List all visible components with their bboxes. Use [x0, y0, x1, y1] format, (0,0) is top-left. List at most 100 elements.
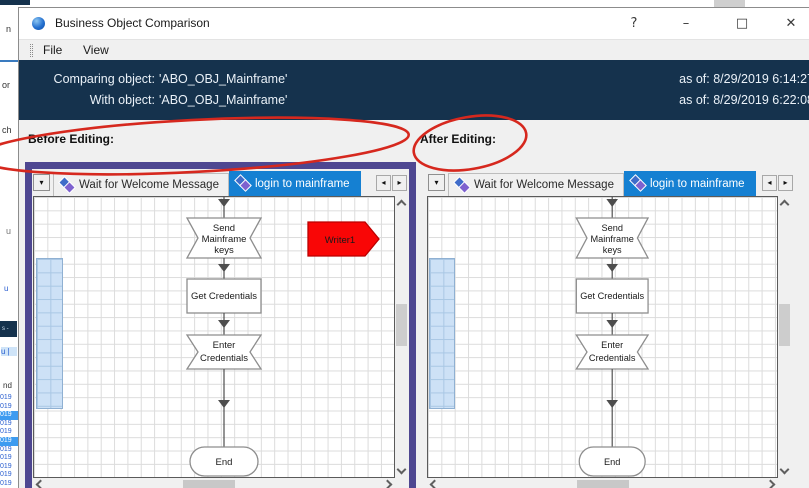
scroll-up-icon[interactable] — [779, 199, 790, 210]
help-button[interactable]: ? — [619, 8, 649, 39]
tab-scroll-right-button[interactable]: ▸ — [778, 174, 793, 191]
toolbar-grip-icon — [30, 44, 33, 57]
with-object-name: 'ABO_OBJ_Mainframe' — [159, 93, 288, 107]
horizontal-scrollbar[interactable] — [427, 478, 778, 488]
scroll-down-icon[interactable] — [396, 464, 407, 475]
scroll-right-icon[interactable] — [765, 479, 776, 488]
background-text-fragment: nd — [3, 381, 12, 390]
page-dropdown-button[interactable]: ▾ — [33, 174, 50, 191]
svg-text:Get Credentials: Get Credentials — [580, 291, 644, 301]
tab-scroll-left-button[interactable]: ◂ — [376, 174, 391, 191]
dropdown-icon: ▾ — [39, 177, 44, 187]
link-arrow-icon — [606, 264, 619, 272]
right-arrow-icon: ▸ — [783, 177, 788, 187]
tab-label: login to mainframe — [254, 177, 350, 190]
scroll-down-icon[interactable] — [779, 464, 790, 475]
background-row-list: 019 019 019 019 019 019 019 019 019 019 019 — [0, 394, 18, 488]
app-icon — [32, 17, 45, 30]
svg-text:Credentials: Credentials — [200, 353, 248, 364]
dropdown-icon: ▾ — [434, 177, 439, 187]
tab-bar: ▾ Wait for Welcome Message login to main… — [32, 169, 409, 196]
tab-login-to-mainframe[interactable]: login to mainframe — [623, 171, 756, 196]
link-arrow-icon — [218, 264, 230, 272]
link-arrow-icon — [218, 400, 230, 408]
scroll-up-icon[interactable] — [396, 199, 407, 210]
background-row: 019 — [0, 394, 12, 401]
maximize-button[interactable]: □ — [727, 8, 757, 39]
menu-view[interactable]: View — [77, 40, 115, 61]
background-text-fragment: u — [6, 226, 12, 236]
tab-scroll-buttons: ◂ ▸ — [762, 174, 793, 191]
page-icon — [237, 177, 250, 190]
svg-text:End: End — [216, 457, 233, 468]
horizontal-scrollbar[interactable] — [33, 478, 395, 488]
background-row: 019 — [0, 419, 12, 427]
page-icon — [632, 177, 645, 190]
comparing-label: Comparing object: — [53, 72, 155, 86]
background-row: 019 — [0, 479, 12, 487]
screenshot-root: n or ch u u s - u | nd 019 019 019 019 019 01… — [0, 0, 809, 488]
background-text-fragment: or — [2, 80, 11, 90]
background-row: 019 — [0, 428, 12, 436]
flowchart-before: Send Mainframe keys Writer1 Get Credenti… — [185, 197, 380, 477]
comparing-row: Comparing object: 'ABO_OBJ_Mainframe' as… — [19, 69, 809, 90]
flowchart-canvas-after[interactable]: Send Mainframe keys Get Credentials Ente… — [427, 196, 778, 478]
scrollbar-thumb[interactable] — [577, 480, 629, 488]
svg-text:Mainframe: Mainframe — [202, 234, 247, 245]
background-divider — [0, 60, 18, 62]
svg-text:End: End — [604, 457, 620, 467]
scroll-left-icon[interactable] — [35, 479, 46, 488]
background-text-fragment: n — [6, 24, 12, 34]
left-arrow-icon: ◂ — [381, 177, 386, 187]
vertical-scrollbar[interactable] — [395, 196, 408, 478]
minimize-button[interactable]: – — [671, 8, 701, 39]
menu-bar: File View — [19, 39, 809, 60]
svg-text:Enter: Enter — [213, 340, 236, 351]
scrollbar-thumb[interactable] — [779, 304, 790, 346]
tab-scroll-left-button[interactable]: ◂ — [762, 174, 777, 191]
svg-text:Send: Send — [213, 223, 235, 234]
link-arrow-icon — [218, 320, 230, 328]
background-row: 019 — [0, 402, 12, 410]
flowchart-canvas-before[interactable]: Send Mainframe keys Writer1 Get Credenti… — [33, 196, 395, 478]
with-asof: as of: 8/29/2019 6:22:08 — [679, 93, 809, 107]
link-arrow-icon — [606, 320, 619, 328]
comparing-object-name: 'ABO_OBJ_Mainframe' — [159, 72, 288, 86]
tab-scroll-right-button[interactable]: ▸ — [392, 174, 407, 191]
tab-wait-for-welcome-message[interactable]: Wait for Welcome Message — [448, 173, 624, 196]
scroll-left-icon[interactable] — [429, 479, 440, 488]
background-row: 019 — [0, 411, 18, 420]
vertical-scrollbar[interactable] — [778, 196, 791, 478]
background-navy-box: s - — [0, 321, 17, 337]
background-row: 019 — [0, 462, 12, 470]
close-button[interactable]: ✕ — [776, 8, 806, 39]
svg-text:Send: Send — [601, 223, 622, 233]
tab-scroll-buttons: ◂ ▸ — [376, 174, 407, 191]
page-dropdown-button[interactable]: ▾ — [428, 174, 445, 191]
svg-text:Enter: Enter — [601, 340, 623, 350]
background-link-fragment: u | — [1, 347, 17, 356]
comparing-asof: as of: 8/29/2019 6:14:27 — [679, 72, 809, 86]
link-arrow-icon — [218, 199, 230, 207]
right-arrow-icon: ▸ — [397, 177, 402, 187]
scrollbar-thumb[interactable] — [183, 480, 235, 488]
background-link-fragment: u — [4, 284, 9, 293]
svg-text:Mainframe: Mainframe — [590, 234, 633, 244]
tab-login-to-mainframe[interactable]: login to mainframe — [228, 171, 361, 196]
tab-bar: ▾ Wait for Welcome Message login to main… — [420, 169, 795, 196]
tab-label: Wait for Welcome Message — [474, 179, 614, 191]
before-editing-panel: ▾ Wait for Welcome Message login to main… — [25, 162, 416, 488]
menu-file[interactable]: File — [37, 40, 68, 61]
scroll-right-icon[interactable] — [382, 479, 393, 488]
flowchart-after: Send Mainframe keys Get Credentials Ente… — [575, 197, 650, 477]
tab-wait-for-welcome-message[interactable]: Wait for Welcome Message — [53, 173, 229, 196]
link-arrow-icon — [606, 199, 619, 207]
svg-text:Credentials: Credentials — [589, 353, 636, 363]
tab-label: login to mainframe — [649, 177, 745, 190]
svg-text:Get Credentials: Get Credentials — [191, 291, 257, 302]
background-navy-bar — [0, 0, 30, 5]
svg-text:Writer1: Writer1 — [325, 235, 355, 246]
before-editing-label: Before Editing: — [28, 132, 114, 146]
link-arrow-icon — [606, 400, 619, 408]
scrollbar-thumb[interactable] — [396, 304, 407, 346]
